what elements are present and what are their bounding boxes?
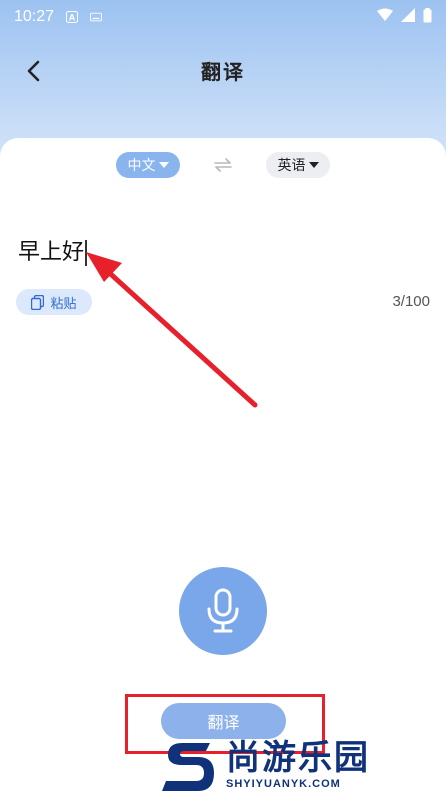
status-time: 10:27 [14, 8, 55, 25]
source-language-label: 中文 [127, 158, 156, 174]
navigation-bar: 翻译 [0, 40, 446, 100]
watermark-english-text: SHYIYUANYK.COM [226, 777, 341, 790]
language-selector-row: 中文 英语 [0, 152, 446, 178]
paste-label: 粘贴 [50, 296, 77, 312]
source-language-dropdown[interactable]: 中文 [116, 152, 180, 178]
battery-icon [423, 7, 432, 27]
microphone-icon [207, 588, 239, 633]
status-indicators [377, 7, 432, 27]
text-cursor [85, 240, 88, 266]
chevron-left-icon [27, 60, 40, 82]
keyboard-notification-icon [90, 11, 103, 23]
swap-languages-button[interactable] [212, 155, 234, 175]
site-watermark: 尚游乐园 SHYIYUANYK.COM [160, 730, 446, 800]
status-bar: 10:27 A [0, 0, 446, 34]
target-language-label: 英语 [277, 158, 306, 174]
swap-icon [214, 158, 232, 172]
paste-button[interactable]: 粘贴 [16, 289, 92, 315]
target-language-dropdown[interactable]: 英语 [266, 152, 330, 178]
back-button[interactable] [18, 56, 48, 86]
chevron-down-icon [308, 162, 319, 168]
paste-icon [31, 294, 45, 310]
font-notification-icon: A [66, 11, 79, 23]
voice-input-button[interactable] [179, 567, 267, 655]
signal-icon [401, 8, 415, 26]
wifi-icon [377, 8, 393, 26]
chevron-down-icon [158, 162, 169, 168]
watermark-logo-icon [162, 743, 214, 791]
watermark-chinese-text: 尚游乐园 [226, 738, 370, 779]
source-text: 早上好 [18, 240, 85, 265]
character-counter: 3/100 [392, 293, 430, 310]
svg-text:A: A [69, 13, 76, 23]
page-title: 翻译 [201, 59, 245, 84]
source-text-input[interactable]: 早上好 [18, 234, 88, 266]
